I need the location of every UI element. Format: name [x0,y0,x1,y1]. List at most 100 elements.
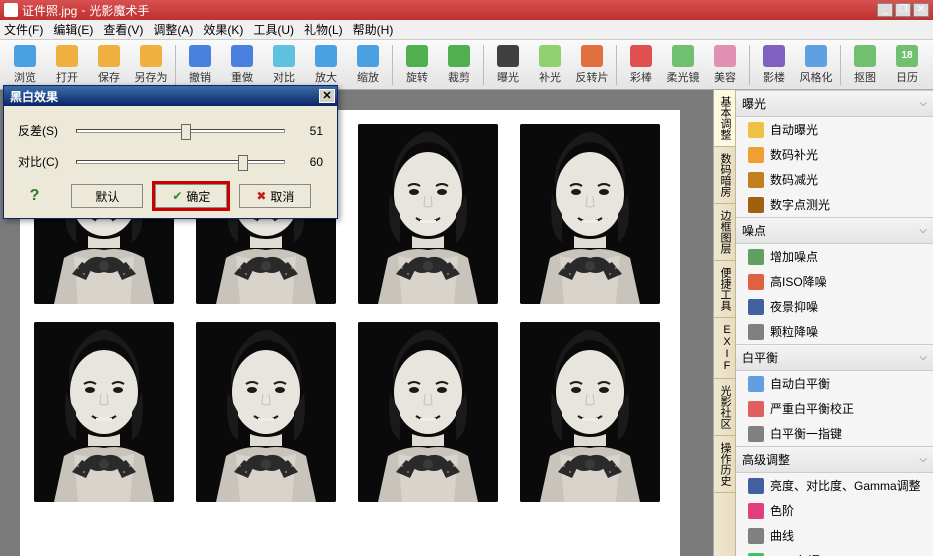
slider-value: 60 [293,155,323,169]
menu-item[interactable]: 工具(U) [253,21,294,38]
toolbar-button[interactable]: 浏览 [4,42,46,88]
menu-item[interactable]: 调整(A) [153,21,193,38]
toolbar-label: 放大 [315,69,337,85]
toolbar-button[interactable]: 另存为 [130,42,172,88]
toolbar-icon [273,45,295,67]
cancel-button[interactable]: ✖取消 [239,184,311,208]
close-window-button[interactable]: ✕ [913,3,929,17]
panel-action-item[interactable]: 曲线 [736,523,933,548]
menu-bar: 文件(F) 编辑(E) 查看(V) 调整(A) 效果(K) 工具(U) 礼物(L) 帮助(H) [0,20,933,40]
panel-action-item[interactable]: 亮度、对比度、Gamma调整 [736,473,933,498]
menu-item[interactable]: 效果(K) [203,21,243,38]
toolbar-button[interactable]: 曝光 [487,42,529,88]
accordion-section: 噪点⌵增加噪点高ISO降噪夜景抑噪颗粒降噪 [736,217,933,344]
check-icon: ✔ [172,189,182,203]
slider-track[interactable] [76,129,285,133]
toolbar-button[interactable]: 对比 [263,42,305,88]
photo-thumbnail[interactable] [358,124,498,304]
slider-thumb[interactable] [238,155,248,171]
panel-action-item[interactable]: 夜景抑噪 [736,294,933,319]
panel-action-item[interactable]: 色阶 [736,498,933,523]
photo-thumbnail[interactable] [358,322,498,502]
toolbar-button[interactable]: 打开 [46,42,88,88]
toolbar-button[interactable]: 缩放 [347,42,389,88]
vertical-tab[interactable]: 光影社区 [714,379,735,436]
menu-item[interactable]: 帮助(H) [353,21,394,38]
ok-button[interactable]: ✔确定 [155,184,227,208]
action-icon [748,172,764,188]
restore-button[interactable]: ❐ [895,3,911,17]
toolbar-label: 缩放 [357,69,379,85]
slider-thumb[interactable] [181,124,191,140]
toolbar-button[interactable]: 彩棒 [620,42,662,88]
dialog-titlebar[interactable]: 黑白效果 ✕ [4,86,337,106]
panel-action-item[interactable]: 数码补光 [736,142,933,167]
accordion-section: 高级调整⌵亮度、对比度、Gamma调整色阶曲线RGB色调色相饱和度 [736,446,933,556]
toolbar-button[interactable]: 风格化 [795,42,837,88]
accordion-header[interactable]: 高级调整⌵ [736,447,933,473]
toolbar-icon [672,45,694,67]
panel-action-item[interactable]: 数字点测光 [736,192,933,217]
accordion-header[interactable]: 噪点⌵ [736,218,933,244]
default-button[interactable]: 默认 [71,184,143,208]
accordion-header[interactable]: 白平衡⌵ [736,345,933,371]
toolbar-label: 影楼 [763,69,785,85]
panel-action-item[interactable]: 数码减光 [736,167,933,192]
panel-action-item[interactable]: 颗粒降噪 [736,319,933,344]
toolbar-button[interactable]: 补光 [529,42,571,88]
toolbar-button[interactable]: 柔光镜 [662,42,704,88]
vertical-tab[interactable]: 边框图层 [714,204,735,261]
photo-thumbnail[interactable] [520,124,660,304]
toolbar-button[interactable]: 影楼 [753,42,795,88]
panel-action-item[interactable]: 白平衡一指键 [736,421,933,446]
action-icon [748,426,764,442]
help-icon[interactable]: ? [30,187,40,205]
menu-item[interactable]: 编辑(E) [53,21,93,38]
photo-thumbnail[interactable] [34,322,174,502]
toolbar-icon [56,45,78,67]
dialog-close-button[interactable]: ✕ [319,89,335,103]
panel-action-item[interactable]: 严重白平衡校正 [736,396,933,421]
action-icon [748,478,764,494]
action-icon [748,553,764,556]
slider-track[interactable] [76,160,285,164]
slider-row: 对比(C)60 [18,153,323,170]
toolbar-button[interactable]: 18日历 [886,42,928,88]
toolbar-button[interactable]: 放大 [305,42,347,88]
panel-action-item[interactable]: 增加噪点 [736,244,933,269]
toolbar-button[interactable]: 保存 [88,42,130,88]
vertical-tab[interactable]: 基本调整 [714,90,735,147]
toolbar-button[interactable]: 抠图 [844,42,886,88]
bw-effect-dialog: 黑白效果 ✕ 反差(S)51对比(C)60 ? 默认 ✔确定 ✖取消 [3,85,338,219]
toolbar-button[interactable]: 反转片 [571,42,613,88]
accordion-header[interactable]: 曝光⌵ [736,91,933,117]
toolbar-label: 美容 [714,69,736,85]
vertical-tab[interactable]: 操作历史 [714,436,735,493]
vertical-tab[interactable]: EXIF [714,318,735,379]
menu-item[interactable]: 查看(V) [103,21,143,38]
toolbar-icon [315,45,337,67]
panel-body: 曝光⌵自动曝光数码补光数码减光数字点测光噪点⌵增加噪点高ISO降噪夜景抑噪颗粒降… [736,90,933,556]
toolbar-label: 重做 [231,69,253,85]
minimize-button[interactable]: _ [877,3,893,17]
toolbar-icon [539,45,561,67]
vertical-tab[interactable]: 数码暗房 [714,147,735,204]
toolbar-button[interactable]: 重做 [221,42,263,88]
menu-item[interactable]: 礼物(L) [304,21,343,38]
toolbar-button[interactable]: 美容 [704,42,746,88]
menu-item[interactable]: 文件(F) [4,21,43,38]
toolbar-icon: 18 [896,45,918,67]
toolbar-button[interactable]: 裁剪 [438,42,480,88]
photo-thumbnail[interactable] [196,322,336,502]
panel-action-item[interactable]: 自动曝光 [736,117,933,142]
toolbar-icon [714,45,736,67]
toolbar-button[interactable]: 旋转 [396,42,438,88]
toolbar-label: 裁剪 [448,69,470,85]
panel-action-item[interactable]: RGB色调 [736,548,933,556]
photo-thumbnail[interactable] [520,322,660,502]
panel-action-item[interactable]: 高ISO降噪 [736,269,933,294]
vertical-tab[interactable]: 便捷工具 [714,261,735,318]
toolbar-button[interactable]: 撤销 [179,42,221,88]
panel-action-item[interactable]: 自动白平衡 [736,371,933,396]
toolbar-label: 抠图 [854,69,876,85]
